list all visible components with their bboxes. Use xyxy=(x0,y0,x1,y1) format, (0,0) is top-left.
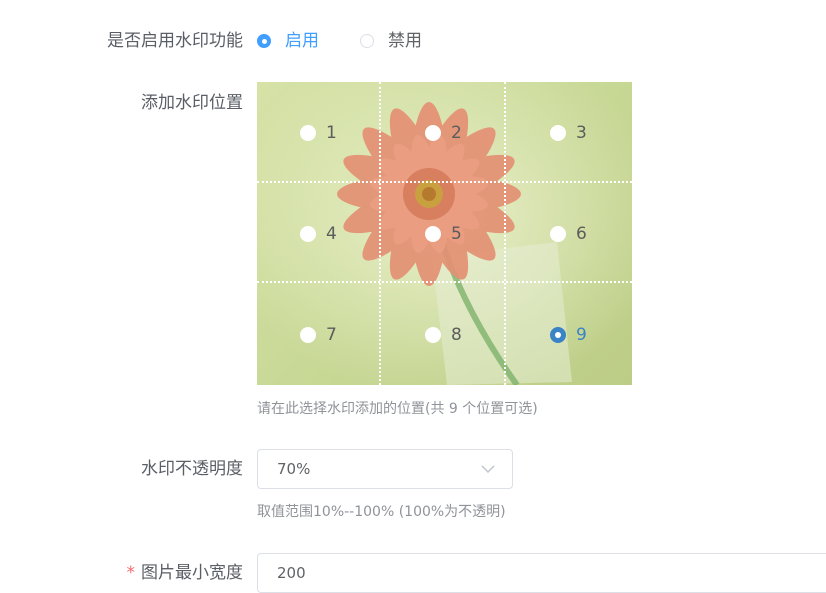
position-option-6[interactable]: 6 xyxy=(507,183,632,284)
position-radio-2[interactable] xyxy=(425,124,441,141)
chevron-down-icon[interactable] xyxy=(476,457,500,481)
opacity-select-value: 70% xyxy=(277,460,311,478)
position-radio-9[interactable] xyxy=(550,326,566,343)
position-option-2[interactable]: 2 xyxy=(382,82,507,183)
radio-enable[interactable]: 启用 xyxy=(257,30,319,52)
position-radio-7[interactable] xyxy=(300,326,316,343)
position-option-7[interactable]: 7 xyxy=(257,284,382,385)
opacity-hint: 取值范围10%--100% (100%为不透明) xyxy=(257,504,506,520)
position-label-2: 2 xyxy=(451,122,462,143)
position-label-9: 9 xyxy=(576,324,587,345)
opacity-label: 水印不透明度 xyxy=(141,459,243,479)
position-option-8[interactable]: 8 xyxy=(382,284,507,385)
position-hint: 请在此选择水印添加的位置(共 9 个位置可选) xyxy=(257,401,538,417)
position-label-3: 3 xyxy=(576,122,587,143)
position-radio-5[interactable] xyxy=(425,225,441,242)
position-radio-8[interactable] xyxy=(425,326,441,343)
position-radio-1[interactable] xyxy=(300,124,316,141)
radio-disable-label: 禁用 xyxy=(388,31,422,51)
position-label-5: 5 xyxy=(451,223,462,244)
radio-enable-dot[interactable] xyxy=(257,34,271,48)
watermark-enable-label: 是否启用水印功能 xyxy=(107,31,243,51)
radio-disable-dot[interactable] xyxy=(360,34,374,48)
position-radio-3[interactable] xyxy=(550,124,566,141)
watermark-position-grid: 1 2 3 4 5 6 7 8 9 xyxy=(257,82,632,385)
min-width-label-row: * 图片最小宽度 xyxy=(127,562,244,584)
position-option-1[interactable]: 1 xyxy=(257,82,382,183)
radio-enable-label: 启用 xyxy=(285,31,319,51)
position-radio-4[interactable] xyxy=(300,225,316,242)
position-label-4: 4 xyxy=(326,223,337,244)
min-width-label: 图片最小宽度 xyxy=(141,563,243,583)
watermark-position-label: 添加水印位置 xyxy=(141,93,243,113)
position-label-6: 6 xyxy=(576,223,587,244)
position-option-5[interactable]: 5 xyxy=(382,183,507,284)
position-option-4[interactable]: 4 xyxy=(257,183,382,284)
radio-disable[interactable]: 禁用 xyxy=(360,30,422,52)
position-label-7: 7 xyxy=(326,324,337,345)
position-radio-6[interactable] xyxy=(550,225,566,242)
min-width-input[interactable]: 200 xyxy=(257,553,826,593)
required-asterisk: * xyxy=(126,563,136,583)
position-option-3[interactable]: 3 xyxy=(507,82,632,183)
position-label-1: 1 xyxy=(326,122,337,143)
opacity-select[interactable]: 70% xyxy=(257,449,513,489)
position-option-9[interactable]: 9 xyxy=(507,284,632,385)
min-width-input-value[interactable]: 200 xyxy=(258,564,306,582)
position-label-8: 8 xyxy=(451,324,462,345)
